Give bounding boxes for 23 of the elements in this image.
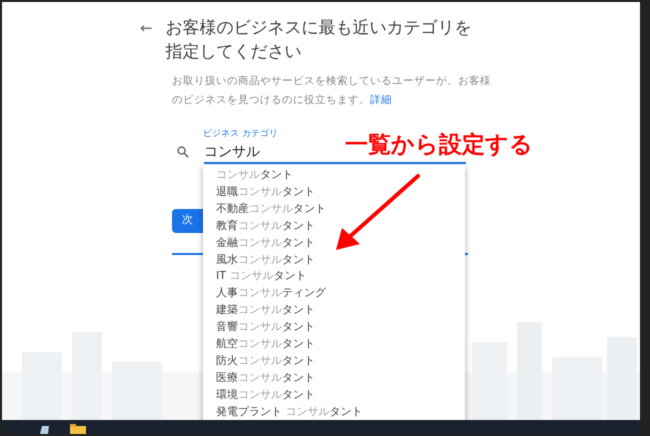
suggestion-item[interactable]: 人事コンサルティング [203, 285, 465, 302]
search-icon [176, 144, 190, 158]
suggestion-item[interactable]: 退職コンサルタント [203, 184, 465, 201]
description-text: お取り扱いの商品やサービスを検索しているユーザーが、お客様のビジネスを見つけるのに役立ちます。詳細 [172, 74, 492, 108]
suggestion-item[interactable]: 発電プラント コンサルタント [203, 404, 465, 421]
file-icon [38, 424, 50, 434]
suggestion-item[interactable]: 医療コンサルタント [203, 370, 465, 387]
category-input-field[interactable]: コンサル [204, 142, 334, 162]
suggestion-item[interactable]: IT コンサルタント [203, 268, 465, 286]
suggestion-item[interactable]: 金融コンサルタント [203, 234, 465, 252]
back-button[interactable]: ← [140, 16, 166, 64]
suggestion-item[interactable]: 防火コンサルタント [203, 352, 465, 370]
page-title: お客様のビジネスに最も近いカテゴリを指定してください [166, 17, 473, 64]
suggestion-item[interactable]: コンサルタント [203, 167, 465, 184]
field-label: ビジネス カテゴリ [203, 128, 279, 141]
details-link[interactable]: 詳細 [370, 94, 392, 106]
folder-icon [70, 424, 86, 434]
annotation-text: 一覧から設定する [345, 131, 533, 160]
suggestion-item[interactable]: 建築コンサルタント [203, 302, 465, 320]
suggestion-item[interactable]: 音響コンサルタント [203, 319, 465, 336]
suggestion-item[interactable]: 風水コンサルタント [203, 252, 465, 268]
suggestion-item[interactable]: 環境コンサルタント [203, 386, 465, 404]
suggestion-item[interactable]: 航空コンサルタント [203, 336, 465, 353]
